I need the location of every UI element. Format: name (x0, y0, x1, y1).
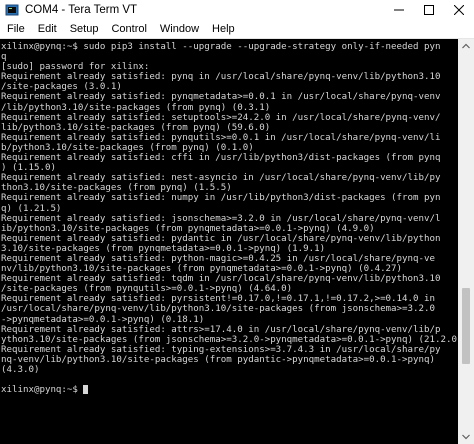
terminal-line: Requirement already satisfied: nest-asyn… (1, 173, 441, 184)
terminal-line: xilinx@pynq:~$ sudo pip3 install --upgra… (1, 42, 441, 52)
menu-help[interactable]: Help (205, 20, 241, 38)
scrollbar-thumb[interactable] (462, 288, 470, 364)
terminal-line: Requirement already satisfied: jsonschem… (1, 213, 441, 224)
menu-file[interactable]: File (0, 20, 31, 38)
terminal-line: Requirement already satisfied: python-ma… (1, 253, 436, 264)
terminal-line: q) (1.21.5) (1, 203, 62, 214)
terminal-line: ) (1.15.0) (1, 163, 56, 174)
window-title: COM4 - Tera Term VT (25, 4, 138, 16)
close-icon (454, 5, 464, 15)
menu-edit[interactable]: Edit (31, 20, 63, 38)
scroll-up-button[interactable] (458, 39, 474, 53)
maximize-icon (424, 5, 434, 15)
terminal-line: Requirement already satisfied: pynqutils… (1, 132, 441, 143)
terminal-line: Requirement already satisfied: cffi in /… (1, 153, 441, 164)
terminal-line: /lib/python3.10/site-packages (from pynq… (1, 102, 271, 113)
terminal-cursor (83, 385, 89, 395)
terminal-output: xilinx@pynq:~$ sudo pip3 install --upgra… (0, 39, 458, 395)
terminal-line: thon3.10/site-packages (from pynq) (1.5.… (1, 183, 232, 194)
title-bar[interactable]: COM4 - Tera Term VT (0, 0, 474, 20)
terminal-line: q (1, 52, 7, 63)
terminal-line: Requirement already satisfied: tqdm in /… (1, 274, 441, 285)
terminal-line: /usr/local/share/pynq-venv/lib/python3.1… (1, 304, 436, 315)
terminal-line: Requirement already satisfied: pydantic … (1, 233, 441, 244)
terminal-line: xilinx@pynq:~$ (1, 385, 458, 395)
terminal-line: Requirement already satisfied: pynqmetad… (1, 92, 441, 103)
terminal-line: [sudo] password for xilinx: (1, 62, 150, 73)
terminal-line: Requirement already satisfied: pynq in /… (1, 72, 441, 83)
tera-term-icon (5, 3, 19, 17)
terminal-line: ->pynqmetadata>=0.0.1->pynq) (0.18.1) (1, 314, 205, 325)
terminal-window: COM4 - Tera Term VT File Edit Setup Cont… (0, 0, 474, 444)
terminal-area[interactable]: xilinx@pynq:~$ sudo pip3 install --upgra… (0, 39, 458, 444)
maximize-button[interactable] (414, 0, 444, 20)
terminal-line: Requirement already satisfied: numpy in … (1, 193, 441, 204)
terminal-line: ib/python3.10/site-packages (from pynqme… (1, 223, 375, 234)
close-button[interactable] (444, 0, 474, 20)
terminal-line: Requirement already satisfied: pyrsisten… (1, 294, 436, 305)
menu-window[interactable]: Window (153, 20, 205, 38)
menu-bar: File Edit Setup Control Window Help (0, 20, 474, 39)
minimize-icon (394, 9, 404, 11)
terminal-line: nv/lib/python3.10/site-packages (from py… (1, 264, 403, 275)
menu-control[interactable]: Control (104, 20, 152, 38)
terminal-line: Requirement already satisfied: attrs>=17… (1, 324, 441, 335)
menu-setup[interactable]: Setup (63, 20, 105, 38)
chevron-up-icon (462, 43, 470, 49)
terminal-line: /site-packages (from pynqutils>=0.0.1->p… (1, 284, 293, 295)
minimize-button[interactable] (384, 0, 414, 20)
scroll-down-button[interactable] (458, 430, 474, 444)
terminal-line: /site-packages (3.0.1) (1, 82, 122, 93)
terminal-line: ython3.10/site-packages (from jsonschema… (1, 334, 458, 345)
vertical-scrollbar[interactable] (458, 39, 474, 444)
terminal-line: 3.10/site-packages (from pynqmetadata>=0… (1, 243, 326, 254)
chevron-down-icon (462, 434, 470, 440)
terminal-line: Requirement already satisfied: typing-ex… (1, 344, 441, 355)
terminal-line: nq-venv/lib/python3.10/site-packages (fr… (1, 354, 436, 365)
terminal-line: (4.3.0) (1, 365, 40, 375)
terminal-line: lib/python3.10/site-packages (from pynq)… (1, 122, 271, 133)
terminal-line: b/python3.10/site-packages (from pynq) (… (1, 142, 254, 153)
terminal-line: Requirement already satisfied: setuptool… (1, 112, 441, 123)
